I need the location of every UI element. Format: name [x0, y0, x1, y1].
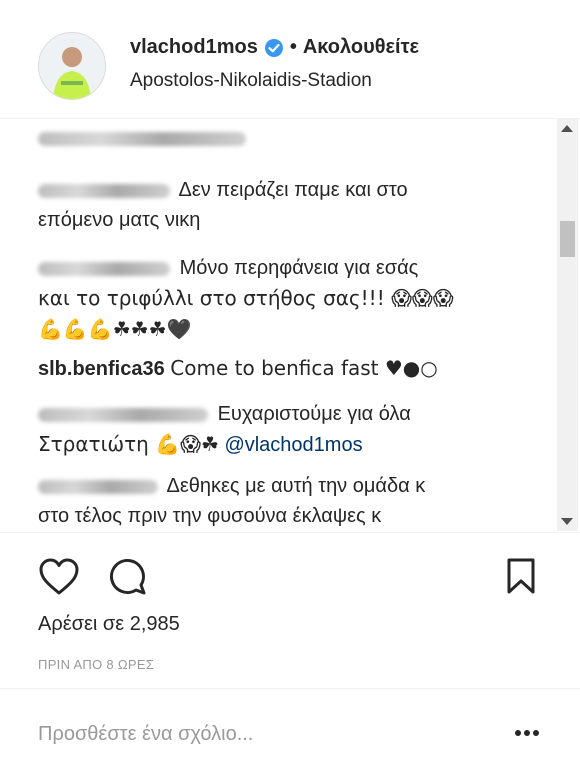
separator-dot: •: [289, 36, 297, 58]
comment-item: Μόνο περηφάνεια για εσάς και το τριφύλλι…: [38, 253, 548, 345]
comment-text: επόμενο ματς νικη: [38, 209, 201, 231]
comment-text: 💪💪💪☘☘☘🖤: [38, 317, 192, 341]
blurred-username: [38, 261, 170, 276]
comment-text: Δεθηκες με αυτή την ομάδα κ: [166, 475, 426, 497]
verified-icon: [264, 38, 283, 57]
comment-text: Come to benfica fast ♥●○: [170, 356, 438, 380]
avatar-image: [39, 33, 105, 99]
comment-item: Δεθηκες με αυτή την ομάδα κ στο τέλος πρ…: [38, 471, 548, 531]
post-actions: Αρέσει σε 2,985 ΠΡΙΝ ΑΠΟ 8 ΩΡΕΣ: [0, 532, 580, 683]
scroll-down-arrow-icon[interactable]: [561, 518, 573, 525]
comment-text: στο τέλος πριν την φυσούνα έκλαψες κ: [38, 505, 382, 527]
post-timestamp: ΠΡΙΝ ΑΠΟ 8 ΩΡΕΣ: [38, 657, 155, 672]
username-link[interactable]: vlachod1mos: [130, 36, 258, 59]
following-button[interactable]: Ακολουθείτε: [303, 36, 419, 59]
comment-text: Ευχαριστούμε για όλα: [217, 403, 411, 425]
comments-scrollbar[interactable]: [557, 119, 578, 531]
comments-list[interactable]: Δεν πειράζει παμε και στο επόμενο ματς ν…: [0, 119, 556, 531]
likes-count[interactable]: Αρέσει σε 2,985: [38, 613, 180, 636]
bookmark-icon[interactable]: [506, 557, 536, 595]
comment-text: Δεν πειράζει παμε και στο: [178, 179, 408, 201]
location-link[interactable]: Apostolos-Nikolaidis-Stadion: [130, 70, 372, 92]
scroll-up-arrow-icon[interactable]: [561, 125, 573, 132]
comment-item: Ευχαριστούμε για όλα Στρατιώτη 💪😱☘ @vlac…: [38, 399, 548, 460]
comment-item: slb.benfica36 Come to benfica fast ♥●○: [38, 353, 548, 384]
comment-text: και το τριφύλλι στο στήθος σας!!! 😱😱😱: [38, 286, 454, 310]
heart-icon[interactable]: [38, 557, 80, 597]
comment-item: [38, 123, 548, 153]
comment-item: Δεν πειράζει παμε και στο επόμενο ματς ν…: [38, 175, 548, 235]
avatar[interactable]: [38, 32, 106, 100]
more-icon[interactable]: [514, 729, 540, 737]
comment-text: Μόνο περηφάνεια για εσάς: [179, 257, 419, 279]
blurred-username: [38, 131, 246, 146]
blurred-username: [38, 183, 170, 198]
header-title-row: vlachod1mos • Ακολουθείτε: [130, 36, 419, 59]
scrollbar-thumb[interactable]: [560, 221, 575, 257]
post-header: vlachod1mos • Ακολουθείτε Apostolos-Niko…: [0, 0, 580, 119]
mention-link[interactable]: @vlachod1mos: [224, 434, 362, 456]
add-comment-bar: Προσθέστε ένα σχόλιο...: [0, 688, 580, 780]
comment-text: Στρατιώτη 💪😱☘: [38, 432, 219, 456]
add-comment-input[interactable]: Προσθέστε ένα σχόλιο...: [38, 723, 253, 746]
comment-icon[interactable]: [108, 557, 148, 597]
blurred-username: [38, 407, 208, 422]
blurred-username: [38, 479, 158, 494]
comment-author-link[interactable]: slb.benfica36: [38, 358, 165, 380]
